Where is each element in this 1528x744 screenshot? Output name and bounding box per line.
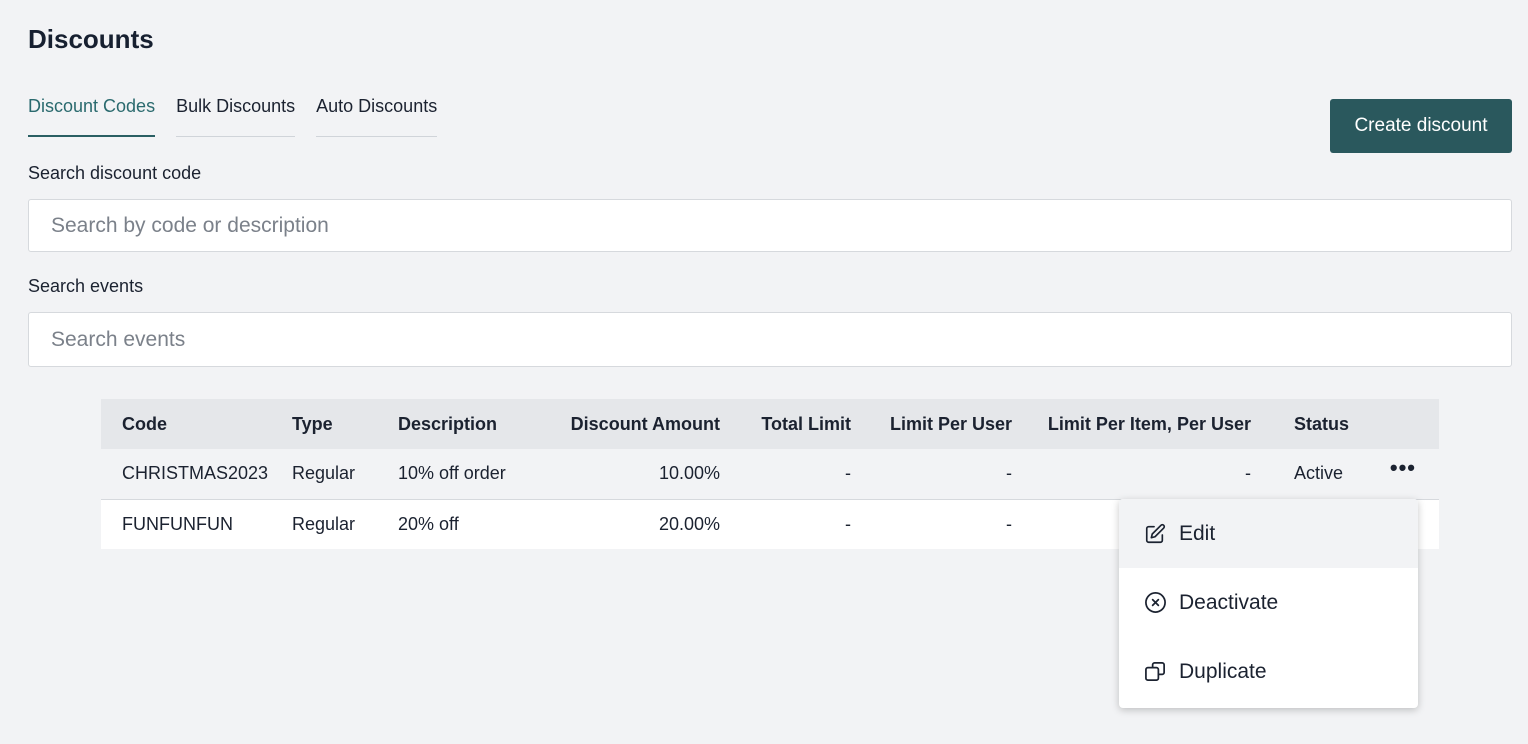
column-header-status[interactable]: Status	[1251, 399, 1349, 449]
cell-discount-amount: 10.00%	[658, 463, 720, 484]
tab-discount-codes[interactable]: Discount Codes	[28, 96, 156, 137]
cell-total-limit: -	[845, 463, 851, 484]
table-header-row: Code Type Description Discount Amount To…	[101, 399, 1439, 449]
cell-actions: •••	[1347, 449, 1439, 499]
tab-bar: Discount Codes Bulk Discounts Auto Disco…	[28, 96, 438, 137]
column-header-discount-amount[interactable]: Discount Amount	[543, 399, 720, 449]
menu-item-label: Duplicate	[1179, 659, 1267, 683]
cell-limit-per-item-per-user: -	[1245, 463, 1251, 484]
tab-auto-discounts[interactable]: Auto Discounts	[316, 96, 438, 137]
cell-discount-amount: 20.00%	[658, 513, 720, 534]
tab-bulk-discounts[interactable]: Bulk Discounts	[176, 96, 296, 137]
row-actions-menu: Edit Deactivate Duplicate	[1119, 499, 1418, 708]
cell-limit-per-user: -	[1006, 513, 1012, 534]
search-events-input[interactable]	[28, 312, 1512, 367]
menu-item-label: Edit	[1179, 521, 1216, 545]
column-header-total-limit[interactable]: Total Limit	[720, 399, 851, 449]
create-discount-button[interactable]: Create discount	[1330, 99, 1512, 153]
cell-limit-per-user: -	[1006, 463, 1012, 484]
cell-total-limit: -	[845, 513, 851, 534]
search-events-label: Search events	[28, 276, 144, 296]
column-header-limit-per-item-per-user[interactable]: Limit Per Item, Per User	[1012, 399, 1251, 449]
search-discount-code-input[interactable]	[28, 199, 1512, 252]
more-horizontal-icon[interactable]: •••	[1390, 457, 1416, 479]
column-header-code[interactable]: Code	[101, 399, 292, 449]
cell-description: 20% off	[398, 513, 459, 534]
search-discount-code-label: Search discount code	[28, 163, 202, 183]
cell-code: CHRISTMAS2023	[122, 463, 269, 484]
cell-type: Regular	[292, 513, 356, 534]
column-header-limit-per-user[interactable]: Limit Per User	[851, 399, 1012, 449]
menu-item-deactivate[interactable]: Deactivate	[1119, 568, 1418, 637]
cell-status: Active	[1294, 463, 1344, 484]
column-header-type[interactable]: Type	[292, 399, 398, 449]
cell-code: FUNFUNFUN	[122, 513, 233, 534]
menu-item-edit[interactable]: Edit	[1119, 499, 1418, 568]
circle-x-icon	[1143, 591, 1167, 615]
menu-item-label: Deactivate	[1179, 590, 1279, 614]
cell-type: Regular	[292, 463, 356, 484]
column-header-description[interactable]: Description	[398, 399, 543, 449]
menu-item-duplicate[interactable]: Duplicate	[1119, 637, 1418, 706]
column-header-actions	[1347, 399, 1439, 449]
cell-description: 10% off order	[398, 463, 506, 484]
page-title: Discounts	[28, 24, 154, 54]
duplicate-icon	[1143, 660, 1167, 684]
edit-icon	[1143, 522, 1167, 546]
table-row[interactable]: CHRISTMAS2023 Regular 10% off order 10.0…	[101, 449, 1439, 499]
